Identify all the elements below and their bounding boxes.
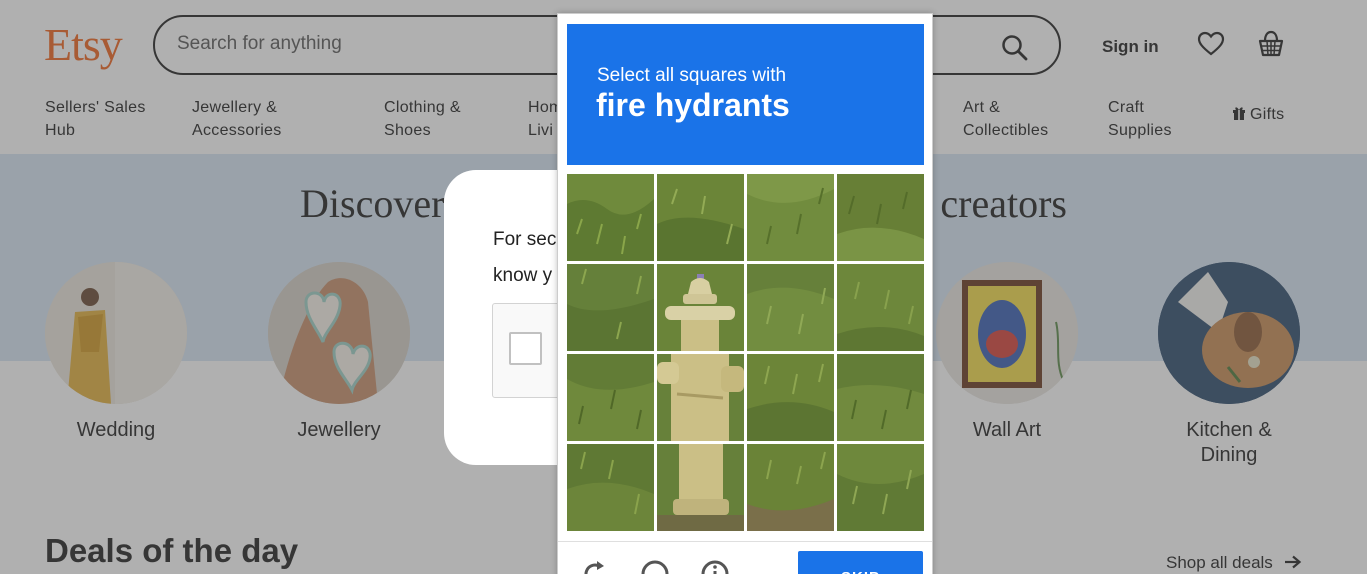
audio-icon[interactable] [640, 559, 670, 574]
reload-icon[interactable] [580, 559, 610, 574]
captcha-tile[interactable] [657, 264, 744, 351]
captcha-tile[interactable] [747, 264, 834, 351]
captcha-tile[interactable] [567, 174, 654, 261]
recaptcha-checkbox[interactable] [509, 332, 542, 365]
captcha-tile[interactable] [837, 174, 924, 261]
etsy-page: Etsy Sign in Sellers' SalesHub Jewellery… [0, 0, 1367, 574]
skip-button[interactable]: SKIP [798, 551, 923, 574]
captcha-tile[interactable] [657, 354, 744, 441]
captcha-challenge: Select all squares with fire hydrants [557, 13, 933, 574]
captcha-tile[interactable] [837, 354, 924, 441]
captcha-footer-divider [558, 541, 932, 542]
captcha-tile[interactable] [657, 174, 744, 261]
captcha-tile[interactable] [567, 264, 654, 351]
captcha-tile[interactable] [567, 444, 654, 531]
captcha-tile[interactable] [657, 444, 744, 531]
captcha-target: fire hydrants [596, 87, 790, 123]
captcha-tile[interactable] [747, 354, 834, 441]
captcha-tile[interactable] [747, 174, 834, 261]
captcha-tile[interactable] [747, 444, 834, 531]
captcha-tile[interactable] [837, 264, 924, 351]
info-icon[interactable] [700, 559, 730, 574]
captcha-tile[interactable] [567, 354, 654, 441]
captcha-grid [567, 174, 924, 531]
captcha-instruction: Select all squares with [597, 65, 787, 86]
captcha-header: Select all squares with fire hydrants [567, 24, 924, 165]
captcha-tile[interactable] [837, 444, 924, 531]
